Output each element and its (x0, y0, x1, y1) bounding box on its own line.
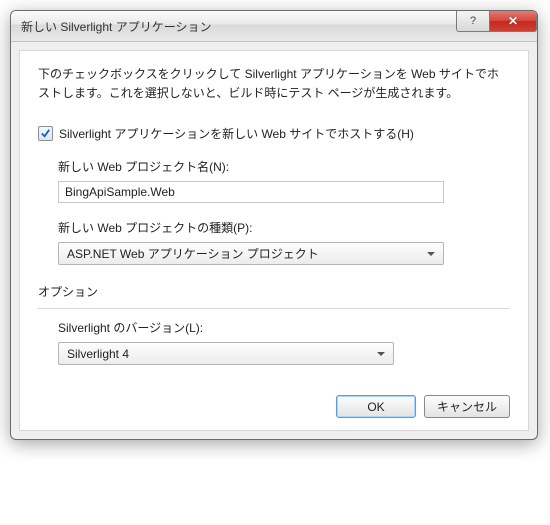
help-button[interactable]: ? (456, 11, 490, 32)
button-row: OK キャンセル (38, 395, 510, 418)
version-value: Silverlight 4 (67, 347, 129, 361)
cancel-button[interactable]: キャンセル (424, 395, 510, 418)
help-icon: ? (470, 15, 476, 27)
window-buttons: ? ✕ (456, 11, 537, 41)
project-type-dropdown[interactable]: ASP.NET Web アプリケーション プロジェクト (58, 242, 444, 265)
project-name-input[interactable] (58, 181, 444, 203)
titlebar: 新しい Silverlight アプリケーション ? ✕ (11, 11, 537, 42)
ok-button[interactable]: OK (336, 395, 416, 418)
client-area: 下のチェックボックスをクリックして Silverlight アプリケーションを … (19, 50, 529, 431)
dialog-window: 新しい Silverlight アプリケーション ? ✕ 下のチェックボックスを… (10, 10, 538, 440)
chevron-down-icon (377, 352, 385, 356)
options-group: Silverlight のバージョン(L): Silverlight 4 (58, 319, 510, 365)
check-icon (40, 128, 51, 139)
chevron-down-icon (427, 252, 435, 256)
host-checkbox[interactable] (38, 126, 53, 141)
description-text: 下のチェックボックスをクリックして Silverlight アプリケーションを … (38, 65, 510, 103)
window-title: 新しい Silverlight アプリケーション (21, 18, 456, 35)
project-type-label: 新しい Web プロジェクトの種類(P): (58, 219, 510, 236)
project-type-value: ASP.NET Web アプリケーション プロジェクト (67, 245, 319, 262)
options-label: オプション (38, 283, 510, 300)
host-checkbox-row[interactable]: Silverlight アプリケーションを新しい Web サイトでホストする(H… (38, 125, 510, 142)
project-name-label: 新しい Web プロジェクト名(N): (58, 158, 510, 175)
version-dropdown[interactable]: Silverlight 4 (58, 342, 394, 365)
close-button[interactable]: ✕ (490, 11, 537, 32)
divider (38, 308, 510, 309)
host-checkbox-label: Silverlight アプリケーションを新しい Web サイトでホストする(H… (59, 125, 414, 142)
version-label: Silverlight のバージョン(L): (58, 319, 510, 336)
close-icon: ✕ (508, 14, 518, 28)
host-settings-group: 新しい Web プロジェクト名(N): 新しい Web プロジェクトの種類(P)… (58, 158, 510, 265)
